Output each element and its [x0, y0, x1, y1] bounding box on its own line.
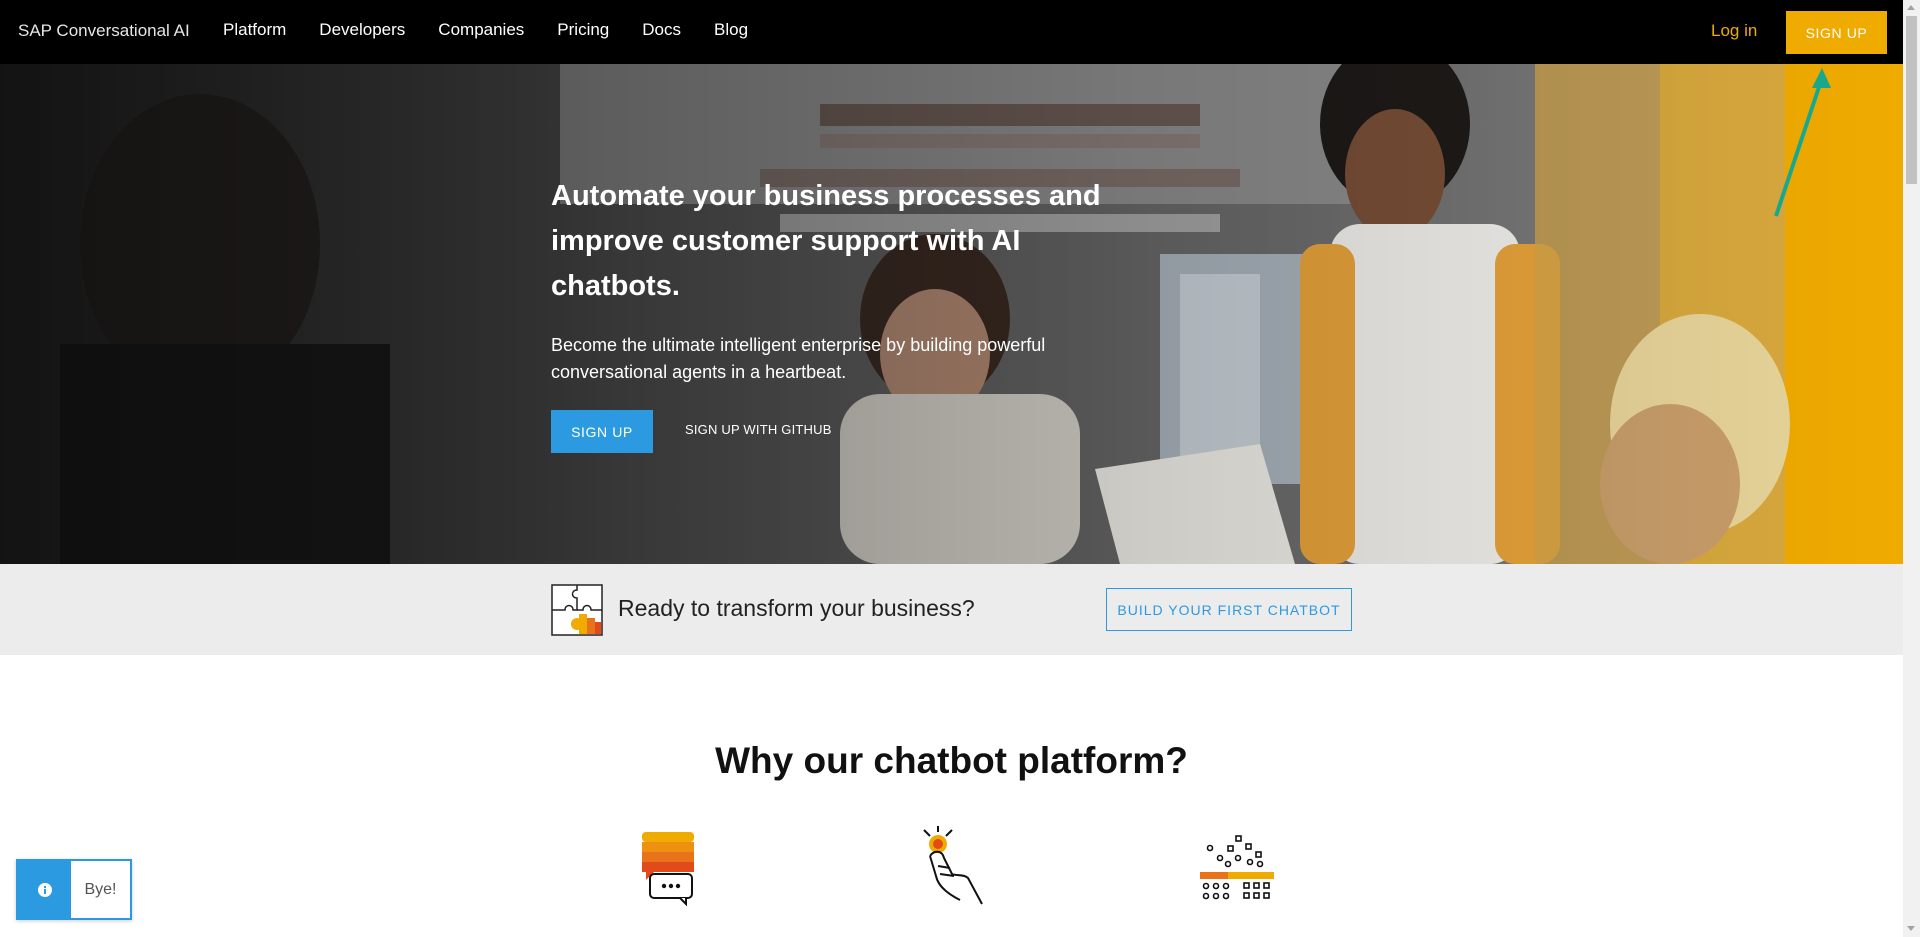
brand-logo[interactable]: SAP Conversational AI — [18, 21, 190, 41]
info-icon — [18, 861, 71, 918]
hero-title: Automate your business processes and imp… — [551, 180, 1101, 302]
hero-signup-button[interactable]: SIGN UP — [551, 410, 653, 453]
hero-background-image — [0, 64, 1903, 564]
signup-button-top[interactable]: SIGN UP — [1786, 11, 1887, 54]
hand-snap-icon — [923, 826, 983, 905]
scroll-up-icon[interactable] — [1907, 5, 1915, 10]
nav-link-blog[interactable]: Blog — [714, 20, 748, 40]
chat-bubbles-icon — [642, 832, 694, 906]
login-link[interactable]: Log in — [1711, 21, 1757, 41]
scroll-thumb[interactable] — [1906, 16, 1917, 184]
data-grid-icon — [1200, 835, 1274, 900]
nav-link-platform[interactable]: Platform — [223, 20, 286, 40]
nav-link-companies[interactable]: Companies — [438, 20, 524, 40]
page-scrollbar[interactable] — [1903, 0, 1920, 937]
why-section-title: Why our chatbot platform? — [715, 740, 1188, 781]
scroll-down-icon[interactable] — [1907, 926, 1915, 931]
hero-subtitle: Become the ultimate intelligent enterpri… — [551, 335, 1046, 382]
chat-widget[interactable]: Bye! — [16, 859, 132, 920]
nav-link-pricing[interactable]: Pricing — [557, 20, 609, 40]
nav-links: Platform Developers Companies Pricing Do… — [223, 20, 781, 40]
cta-text: Ready to transform your business? — [618, 595, 975, 621]
nav-link-docs[interactable]: Docs — [642, 20, 681, 40]
chat-message: Bye! — [84, 880, 117, 898]
cta-band: Ready to transform your business? BUILD … — [0, 564, 1903, 655]
puzzle-icon — [551, 584, 603, 636]
hero-section: Automate your business processes and imp… — [0, 64, 1903, 564]
signup-github-link[interactable]: SIGN UP WITH GITHUB — [685, 422, 832, 437]
nav-link-developers[interactable]: Developers — [319, 20, 405, 40]
top-nav: SAP Conversational AI Platform Developer… — [0, 0, 1903, 64]
build-chatbot-button[interactable]: BUILD YOUR FIRST CHATBOT — [1106, 588, 1352, 631]
